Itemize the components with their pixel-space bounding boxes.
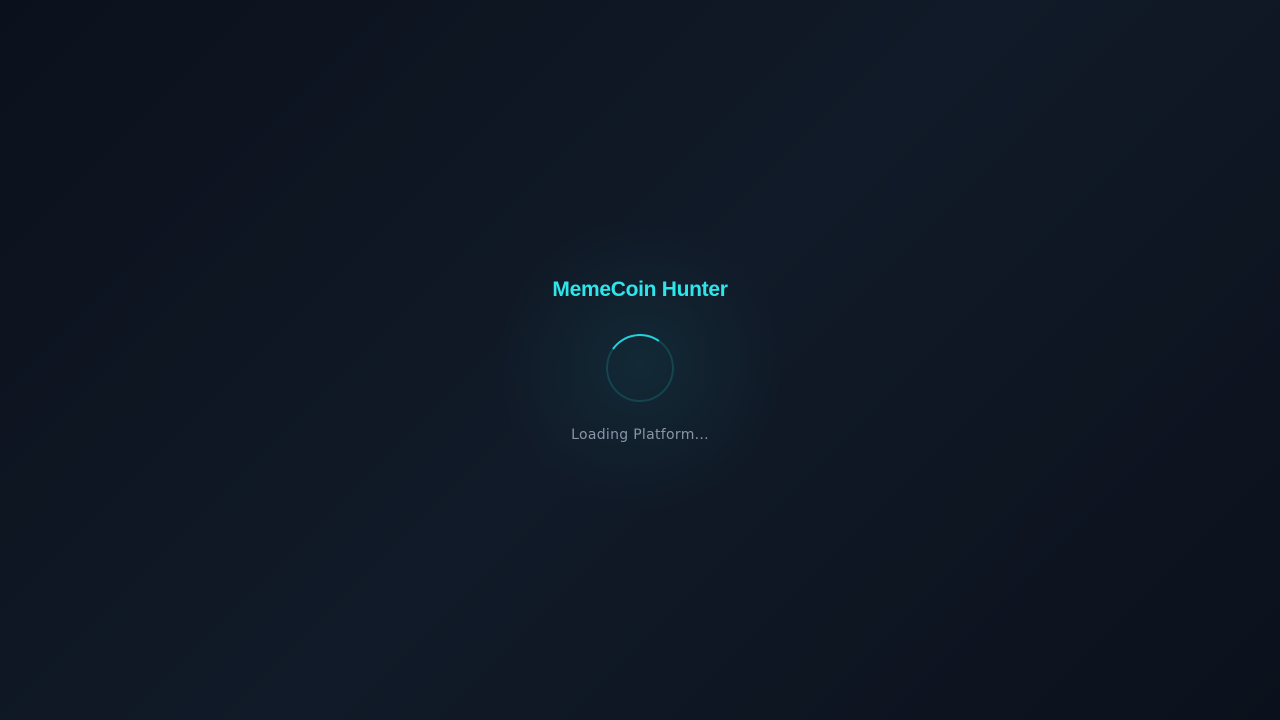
spinner-icon	[600, 328, 680, 408]
loading-status-text: Loading Platform...	[571, 427, 709, 443]
app-title: MemeCoin Hunter	[552, 278, 728, 301]
loading-screen: MemeCoin Hunter Loading Platform...	[0, 0, 1280, 720]
